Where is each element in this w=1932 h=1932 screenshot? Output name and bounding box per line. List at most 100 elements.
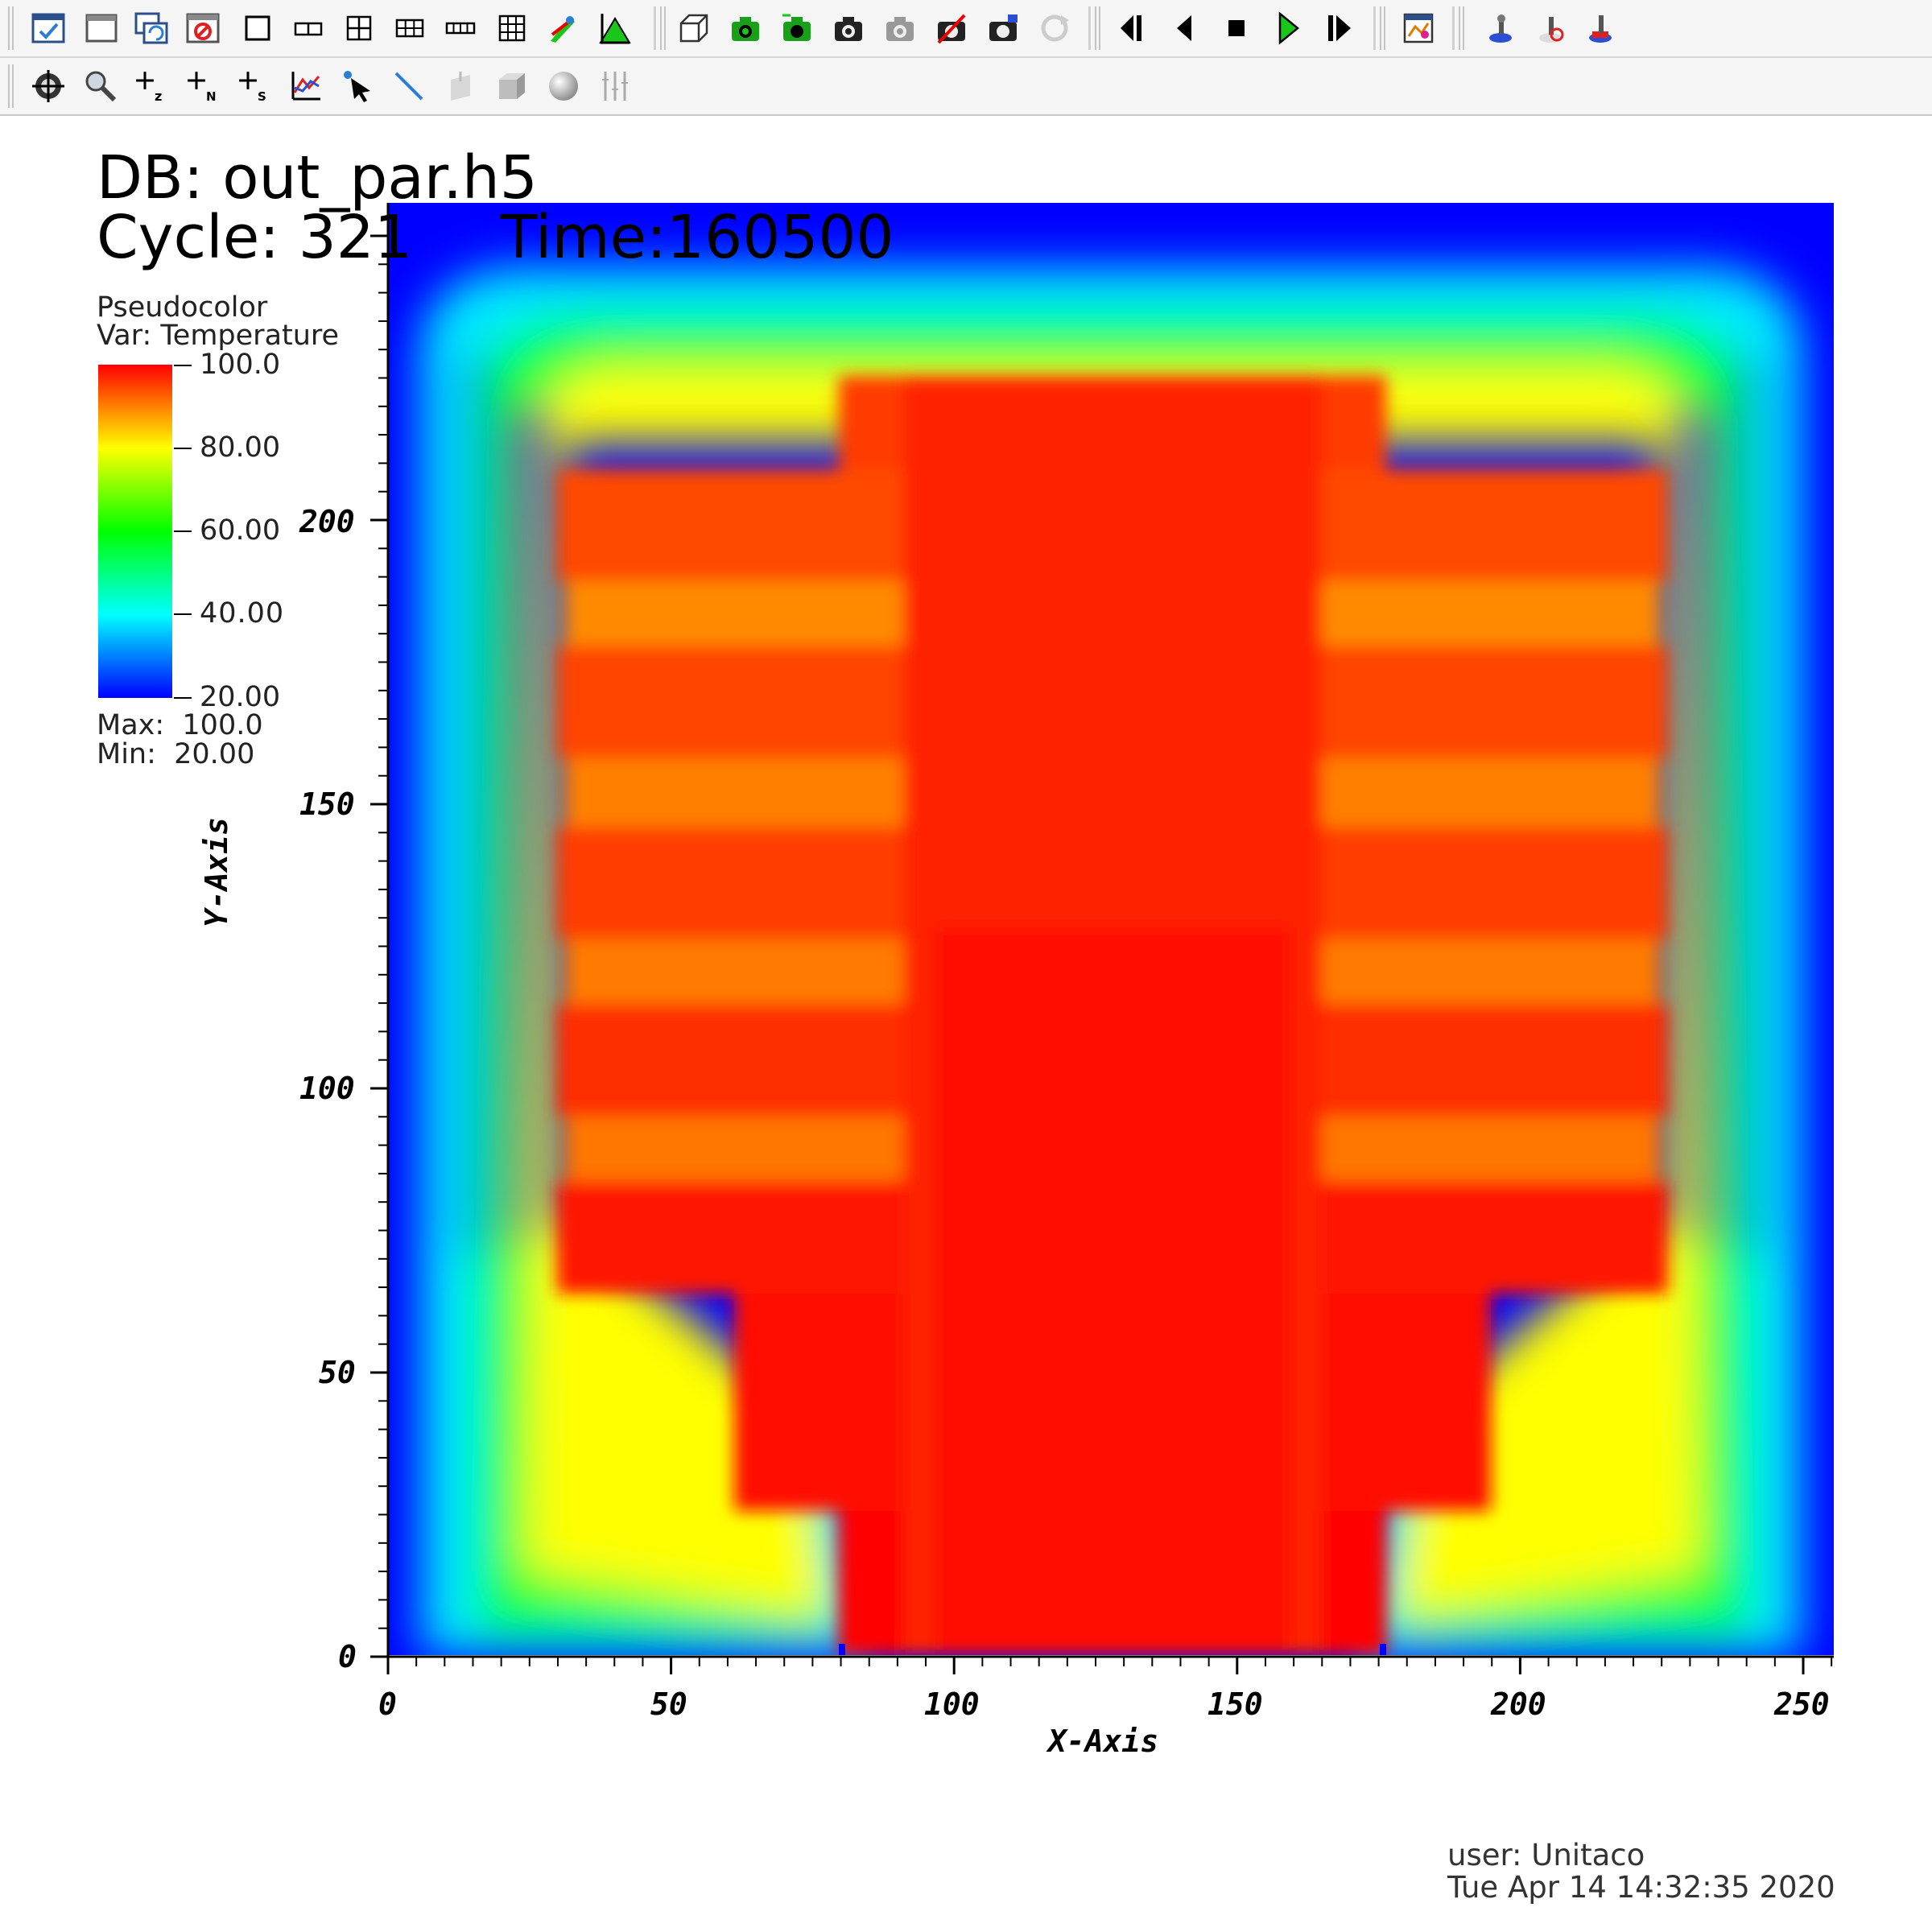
svg-text:z: z xyxy=(155,89,162,104)
pick-point-icon xyxy=(1489,14,1512,43)
toolbar-separator xyxy=(1452,6,1455,50)
lineout-button[interactable] xyxy=(283,64,328,109)
toolbar-grip[interactable] xyxy=(1380,6,1388,50)
line-tool-icon xyxy=(394,72,423,101)
y-tick-label: 200 xyxy=(299,504,355,539)
camera-icon-2 xyxy=(886,17,914,41)
temperature-plot[interactable] xyxy=(388,203,1834,1655)
x-axis-title: X-Axis xyxy=(1048,1724,1159,1759)
redo-view-button[interactable] xyxy=(980,6,1026,51)
y-tick-label: 0 xyxy=(338,1639,357,1674)
x-tick-label: 200 xyxy=(1491,1686,1546,1722)
pick-node-icon xyxy=(1539,17,1564,43)
layout-2x2-button[interactable] xyxy=(336,6,382,51)
pick-n-button[interactable]: N xyxy=(180,64,225,109)
time-label: Time:160500 xyxy=(501,203,894,272)
play-button[interactable] xyxy=(1265,6,1311,51)
axis-array-icon xyxy=(602,72,628,101)
animation-settings-button[interactable] xyxy=(1396,6,1441,51)
svg-text:N: N xyxy=(206,89,217,104)
lock-view-icon xyxy=(551,16,575,43)
pick-s-icon: S xyxy=(239,72,266,104)
pick-n-icon: N xyxy=(188,72,217,104)
legend-tick-label: 60.00 xyxy=(200,514,281,547)
legend-tick-mark xyxy=(174,448,192,449)
toolbar-separator xyxy=(1088,6,1092,50)
svg-text:S: S xyxy=(258,89,266,104)
previous-frame-icon xyxy=(1121,15,1141,41)
navigate-icon xyxy=(32,70,64,102)
spin-mode-button[interactable] xyxy=(671,6,716,51)
zoom-button[interactable] xyxy=(77,64,122,109)
x-axis-ticks xyxy=(386,1657,1833,1674)
cold-inlet-right xyxy=(1380,1644,1386,1655)
main-toolbar xyxy=(0,0,1932,58)
swap-views-button[interactable] xyxy=(774,6,819,51)
legend-tick-mark xyxy=(174,697,192,699)
toolbar-grip[interactable] xyxy=(660,6,668,50)
date-label: Tue Apr 14 14:32:35 2020 xyxy=(1447,1870,1835,1905)
next-frame-button[interactable] xyxy=(1317,6,1362,51)
legend-plot-type: Pseudocolor xyxy=(97,291,268,324)
box-tool-button[interactable] xyxy=(489,64,535,109)
navigate-button[interactable] xyxy=(26,64,71,109)
sphere-tool-button[interactable] xyxy=(541,64,586,109)
cold-inlet-left xyxy=(839,1644,845,1655)
active-window-icon xyxy=(31,13,65,43)
toolbar-separator xyxy=(654,6,657,50)
x-tick-label: 100 xyxy=(924,1686,980,1722)
layout-1x1-button[interactable] xyxy=(235,6,280,51)
toolbar-grip[interactable] xyxy=(1095,6,1103,50)
camera-button[interactable] xyxy=(826,6,871,51)
x-tick-label: 0 xyxy=(378,1686,397,1722)
axis-array-button[interactable] xyxy=(592,64,638,109)
stop-button[interactable] xyxy=(1214,6,1259,51)
pick-z-button[interactable]: z xyxy=(129,64,174,109)
reset-view-button[interactable] xyxy=(1032,6,1077,51)
delete-window-button[interactable] xyxy=(180,6,225,51)
reset-view-icon xyxy=(1041,14,1069,42)
active-window-button[interactable] xyxy=(26,6,71,51)
layout-2x3-icon xyxy=(395,19,424,38)
user-label: user: Unitaco xyxy=(1447,1838,1645,1872)
previous-frame-button[interactable] xyxy=(1109,6,1154,51)
layout-3x3-button[interactable] xyxy=(489,6,535,51)
clone-window-button[interactable] xyxy=(129,6,174,51)
plane-tool-button[interactable] xyxy=(438,64,483,109)
layout-2x3-button[interactable] xyxy=(387,6,432,51)
database-label: DB: out_par.h5 xyxy=(97,143,538,213)
layout-3x1-button[interactable] xyxy=(438,6,483,51)
layout-3x3-icon xyxy=(498,14,526,42)
toolbar-separator xyxy=(1373,6,1377,50)
pick-node-button[interactable] xyxy=(1528,6,1573,51)
camera-icon xyxy=(835,17,862,41)
camera-button-2[interactable] xyxy=(877,6,923,51)
legend-min: Min: 20.00 xyxy=(97,738,255,770)
layout-1x2-icon xyxy=(294,22,323,36)
legend-max: Max: 100.0 xyxy=(97,709,263,741)
toolbar-grip[interactable] xyxy=(8,6,16,50)
pick-s-button[interactable]: S xyxy=(232,64,277,109)
new-window-button[interactable] xyxy=(79,6,124,51)
y-tick-label: 100 xyxy=(299,1071,355,1106)
pick-zone-button[interactable] xyxy=(1578,6,1623,51)
layout-2x2-icon xyxy=(346,15,372,41)
toolbar-grip[interactable] xyxy=(8,64,16,108)
pick-zone-icon xyxy=(1589,15,1612,43)
reverse-play-icon xyxy=(1177,15,1191,41)
save-view-icon xyxy=(732,17,759,41)
undo-view-button[interactable] xyxy=(929,6,974,51)
toolbar-grip[interactable] xyxy=(1459,6,1467,50)
save-view-button[interactable] xyxy=(723,6,768,51)
sphere-tool-icon xyxy=(549,72,578,101)
layout-1x2-button[interactable] xyxy=(286,6,331,51)
y-tick-label: 150 xyxy=(299,786,355,822)
lock-view-button[interactable] xyxy=(541,6,586,51)
pick-point-button[interactable] xyxy=(1478,6,1523,51)
legend-tick-mark xyxy=(174,530,192,532)
reverse-play-button[interactable] xyxy=(1162,6,1208,51)
line-tool-button[interactable] xyxy=(386,64,431,109)
y-axis-title: Y-Axis xyxy=(199,816,234,927)
pick-arrow-button[interactable] xyxy=(335,64,380,109)
lock-time-button[interactable] xyxy=(592,6,638,51)
